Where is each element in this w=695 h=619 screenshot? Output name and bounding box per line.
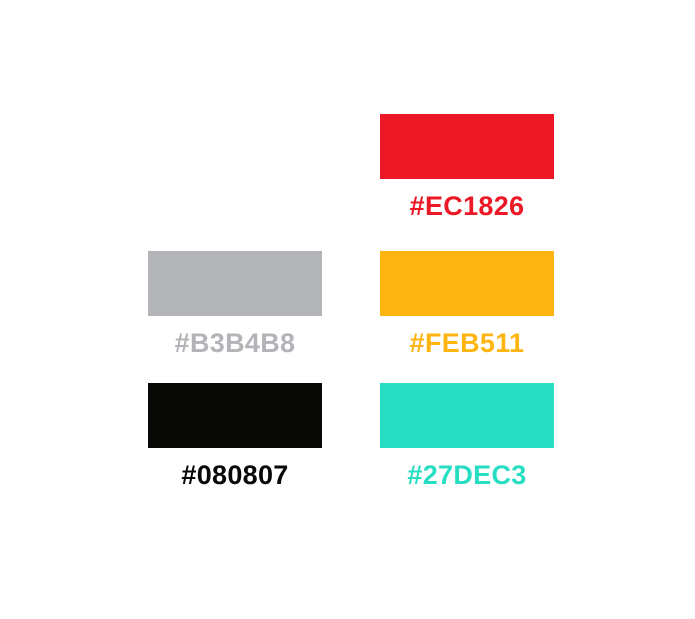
color-swatch-gray [148,251,322,316]
swatch-card-black: #080807 [148,383,322,492]
hex-label-gray: #B3B4B8 [174,328,296,358]
hex-label-teal: #27DEC3 [407,460,527,490]
swatch-card-gold: #FEB511 [380,251,554,360]
color-swatch-black [148,383,322,448]
color-swatch-teal [380,383,554,448]
hex-label-black: #080807 [181,460,289,490]
hex-label-red: #EC1826 [409,191,525,221]
swatch-card-red: #EC1826 [380,114,554,223]
color-swatch-gold [380,251,554,316]
swatch-card-teal: #27DEC3 [380,383,554,492]
color-swatch-red [380,114,554,179]
hex-label-gold: #FEB511 [409,328,525,358]
color-palette: { "swatches": [ { "id": "red", "label": … [0,0,695,619]
swatch-card-gray: #B3B4B8 [148,251,322,360]
